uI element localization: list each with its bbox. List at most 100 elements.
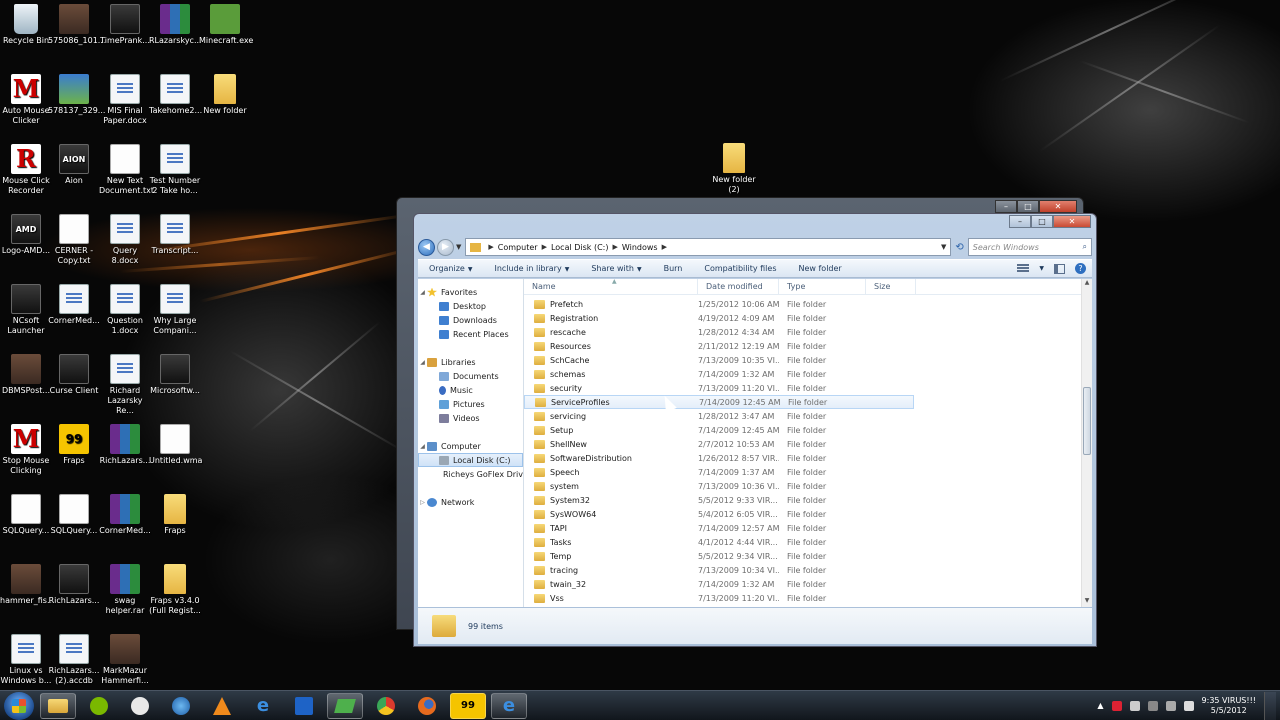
usb-icon[interactable]: [1147, 700, 1158, 711]
desktop-icon-575086-101[interactable]: 575086_101...: [48, 4, 105, 46]
table-row[interactable]: servicing 1/28/2012 3:47 AM File folder: [524, 409, 914, 423]
network-icon[interactable]: [1165, 700, 1176, 711]
desktop-icon-hammer-fis[interactable]: hammer_fis...: [0, 564, 55, 606]
share-with-button[interactable]: Share with ▼: [580, 264, 652, 273]
column-header-size[interactable]: Size: [866, 279, 916, 295]
column-header-date[interactable]: Date modified: [698, 279, 779, 295]
desktop-icon-richlazars-2-accdb[interactable]: RichLazars... (2).accdb: [48, 634, 100, 686]
table-row[interactable]: Setup 7/14/2009 12:45 AM File folder: [524, 423, 914, 437]
back-arrow-icon[interactable]: ◀: [418, 238, 435, 256]
close-icon[interactable]: ✕: [1053, 215, 1091, 228]
show-desktop-button[interactable]: [1264, 691, 1276, 720]
table-row[interactable]: SoftwareDistribution 1/26/2012 8:57 VIR..…: [524, 451, 914, 465]
desktop-icon-new-text-document-txt[interactable]: New Text Document.txt: [99, 144, 154, 196]
table-row[interactable]: SchCache 7/13/2009 10:35 VI... File folder: [524, 353, 914, 367]
desktop-icon-stop-mouse-clicking[interactable]: M Stop Mouse Clicking: [0, 424, 52, 476]
desktop-icon-ncsoft-launcher[interactable]: NCsoft Launcher: [0, 284, 52, 336]
table-row[interactable]: Speech 7/14/2009 1:37 AM File folder: [524, 465, 914, 479]
taskbar-notepad-icon[interactable]: [327, 692, 363, 719]
desktop-icon-new-folder[interactable]: New folder: [199, 74, 251, 116]
desktop-icon-sqlquery[interactable]: SQLQuery...: [48, 494, 100, 536]
nav-desktop[interactable]: Desktop: [418, 299, 523, 313]
new-folder-button[interactable]: New folder: [787, 264, 852, 273]
include-in-library-button[interactable]: Include in library ▼: [483, 264, 580, 273]
desktop-icon-578137-329[interactable]: 578137_329...: [48, 74, 105, 116]
column-header-type[interactable]: Type: [779, 279, 866, 295]
taskbar-fraps-icon[interactable]: 99: [450, 692, 486, 719]
nav-computer[interactable]: ◢ Computer: [418, 439, 523, 453]
nav-ext-drive[interactable]: Richeys GoFlex Drive: [418, 467, 523, 481]
desktop-icon-new-folder-2[interactable]: New folder (2): [708, 143, 760, 195]
clock[interactable]: 9:35 VIRUS!!! 5/5/2012: [1202, 696, 1256, 716]
desktop-icon-mis-final-paper-docx[interactable]: MIS Final Paper.docx: [99, 74, 151, 126]
nav-downloads[interactable]: Downloads: [418, 313, 523, 327]
desktop-icon-test-number-2-take-ho[interactable]: Test Number 2 Take ho...: [149, 144, 201, 196]
desktop-icon-fraps-v3-4-0-full-regist[interactable]: Fraps v3.4.0 (Full Regist...: [149, 564, 201, 616]
search-icon[interactable]: ⌕: [1083, 242, 1087, 252]
address-bar[interactable]: ▶ Computer ▶ Local Disk (C:) ▶ Windows ▶…: [465, 238, 952, 256]
table-row[interactable]: security 7/13/2009 11:20 VI... File folder: [524, 381, 914, 395]
close-icon[interactable]: ✕: [1039, 200, 1077, 213]
desktop-icon-auto-mouse-clicker[interactable]: M Auto Mouse Clicker: [0, 74, 52, 126]
table-row[interactable]: Tasks 4/1/2012 4:44 VIR... File folder: [524, 535, 914, 549]
table-row[interactable]: Registration 4/19/2012 4:09 AM File folder: [524, 311, 914, 325]
breadcrumb-separator-icon[interactable]: ▶: [488, 243, 493, 251]
expand-arrow-icon[interactable]: ◢: [418, 289, 427, 296]
table-row[interactable]: Vss 7/13/2009 11:20 VI... File folder: [524, 591, 914, 605]
table-row[interactable]: System32 5/5/2012 9:33 VIR... File folder: [524, 493, 914, 507]
column-header-name[interactable]: Name: [524, 279, 698, 295]
nav-network[interactable]: ▷ Network: [418, 495, 523, 509]
desktop-icon-logo-amd[interactable]: AMD Logo-AMD...: [0, 214, 52, 256]
help-icon[interactable]: ?: [1075, 263, 1086, 274]
desktop-icon-timeprank[interactable]: TimePrank...: [99, 4, 151, 46]
search-input[interactable]: Search Windows ⌕: [967, 238, 1092, 256]
desktop-icon-cornermed[interactable]: CornerMed...: [48, 284, 100, 326]
desktop-icon-richlazars[interactable]: RichLazars...: [99, 424, 151, 466]
table-row[interactable]: Resources 2/11/2012 12:19 AM File folder: [524, 339, 914, 353]
desktop-icon-curse-client[interactable]: Curse Client: [48, 354, 100, 396]
desktop-icon-query-8-docx[interactable]: Query 8.docx: [99, 214, 151, 266]
taskbar-globe-icon[interactable]: [163, 693, 199, 719]
table-row[interactable]: Temp 5/5/2012 9:34 VIR... File folder: [524, 549, 914, 563]
desktop-icon-mouse-click-recorder[interactable]: R Mouse Click Recorder: [0, 144, 52, 196]
desktop-icon-recycle-bin[interactable]: Recycle Bin: [0, 4, 52, 46]
taskbar-firefox-icon[interactable]: [409, 693, 445, 719]
taskbar-explorer-icon[interactable]: [40, 692, 76, 719]
breadcrumb-separator-icon[interactable]: ▶: [542, 243, 547, 251]
desktop-icon-cornermed[interactable]: CornerMed...: [99, 494, 151, 536]
desktop-icon-untitled-wma[interactable]: Untitled.wma: [149, 424, 202, 466]
breadcrumb-computer[interactable]: Computer: [498, 243, 538, 252]
maximize-icon[interactable]: □: [1017, 200, 1039, 213]
taskbar-internet-explorer-icon[interactable]: e: [491, 692, 527, 719]
burn-button[interactable]: Burn: [653, 264, 694, 273]
expand-arrow-icon[interactable]: ▷: [418, 499, 427, 506]
preview-pane-icon[interactable]: [1054, 263, 1065, 274]
nav-local-disk[interactable]: Local Disk (C:): [418, 453, 523, 467]
change-view-icon[interactable]: [1017, 264, 1030, 273]
breadcrumb-separator-icon[interactable]: ▶: [612, 243, 617, 251]
vertical-scrollbar[interactable]: ▲ ▼: [1081, 279, 1092, 607]
scroll-down-icon[interactable]: ▼: [1082, 597, 1092, 607]
taskbar-steam-icon[interactable]: [122, 693, 158, 719]
desktop-icon-takehome2[interactable]: Takehome2...: [149, 74, 202, 116]
breadcrumb-separator-icon[interactable]: ▶: [662, 243, 667, 251]
table-row[interactable]: tracing 7/13/2009 10:34 VI... File folder: [524, 563, 914, 577]
desktop-icon-why-large-compani[interactable]: Why Large Compani...: [149, 284, 201, 336]
nav-music[interactable]: Music: [418, 383, 523, 397]
breadcrumb-windows[interactable]: Windows: [622, 243, 658, 252]
minimize-icon[interactable]: –: [1009, 215, 1031, 228]
desktop-icon-transcript[interactable]: Transcript...: [149, 214, 201, 256]
recent-pages-chevron-icon[interactable]: ▼: [456, 243, 461, 251]
scrollbar-thumb[interactable]: [1083, 387, 1091, 455]
address-dropdown-icon[interactable]: ▼: [941, 243, 946, 251]
expand-arrow-icon[interactable]: ◢: [418, 359, 427, 366]
nav-videos[interactable]: Videos: [418, 411, 523, 425]
desktop-icon-richlazars[interactable]: RichLazars...: [48, 564, 100, 606]
expand-arrow-icon[interactable]: ◢: [418, 443, 427, 450]
desktop-icon-aion[interactable]: AION Aion: [48, 144, 100, 186]
start-button[interactable]: [4, 691, 34, 720]
desktop-icon-dbmspost[interactable]: DBMSPost...: [0, 354, 52, 396]
desktop-icon-markmazur-hammerfi[interactable]: MarkMazur Hammerfi...: [99, 634, 151, 686]
desktop-icon-fraps[interactable]: 99 Fraps: [48, 424, 100, 466]
refresh-icon[interactable]: ⟲: [955, 242, 963, 253]
